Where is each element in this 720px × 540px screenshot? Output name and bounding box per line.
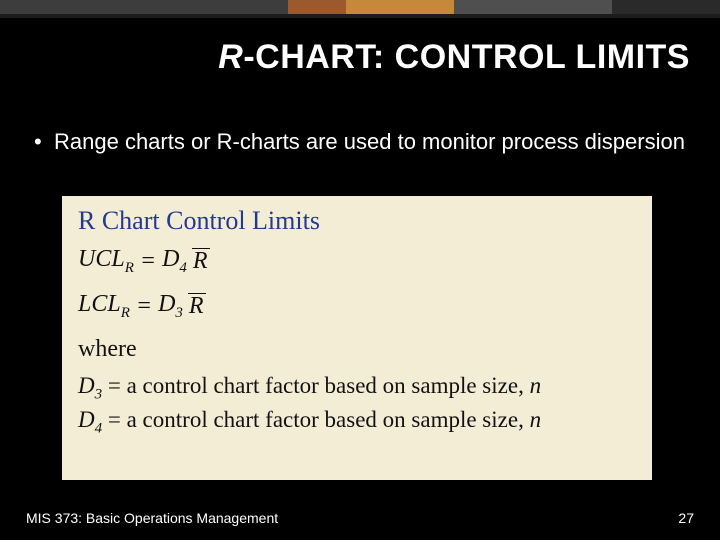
equals: = bbox=[140, 248, 156, 275]
lcl-coef: D3 bbox=[158, 291, 183, 322]
d4-var: D4 bbox=[78, 407, 102, 432]
d4-n: n bbox=[530, 407, 542, 432]
bullet-dot-icon: • bbox=[34, 128, 54, 157]
formula-panel: R Chart Control Limits UCLR = D4 R LCLR … bbox=[62, 196, 652, 480]
d3-definition: D3 = a control chart factor based on sam… bbox=[78, 373, 636, 404]
d3-var: D3 bbox=[78, 373, 102, 398]
title-rest: -CHART: CONTROL LIMITS bbox=[243, 38, 690, 76]
slide-title: R-CHART: CONTROL LIMITS bbox=[0, 38, 720, 77]
footer-page-number: 27 bbox=[678, 510, 694, 526]
d4-definition: D4 = a control chart factor based on sam… bbox=[78, 407, 636, 438]
equals: = bbox=[136, 293, 152, 320]
d3-text: = a control chart factor based on sample… bbox=[102, 373, 529, 398]
ucl-equation: UCLR = D4 R bbox=[78, 246, 636, 277]
stripe-seg bbox=[346, 0, 454, 14]
d4-text: = a control chart factor based on sample… bbox=[102, 407, 529, 432]
decorative-stripe bbox=[0, 0, 720, 14]
bullet-item: • Range charts or R-charts are used to m… bbox=[34, 128, 686, 157]
ucl-lhs: UCLR bbox=[78, 246, 134, 277]
r-bar: R bbox=[193, 248, 208, 275]
stripe-seg bbox=[454, 0, 612, 14]
stripe-underline bbox=[0, 14, 720, 18]
r-bar: R bbox=[189, 293, 204, 320]
title-italic: R bbox=[218, 38, 243, 76]
lcl-lhs: LCLR bbox=[78, 291, 130, 322]
bullet-text: Range charts or R-charts are used to mon… bbox=[54, 128, 685, 157]
where-label: where bbox=[78, 336, 636, 363]
formula-heading: R Chart Control Limits bbox=[78, 206, 636, 236]
ucl-coef: D4 bbox=[162, 246, 187, 277]
stripe-seg bbox=[288, 0, 346, 14]
slide: R-CHART: CONTROL LIMITS • Range charts o… bbox=[0, 0, 720, 540]
stripe-seg bbox=[612, 0, 720, 14]
footer-course: MIS 373: Basic Operations Management bbox=[26, 510, 278, 526]
d3-n: n bbox=[530, 373, 542, 398]
stripe-seg bbox=[0, 0, 288, 14]
lcl-equation: LCLR = D3 R bbox=[78, 291, 636, 322]
